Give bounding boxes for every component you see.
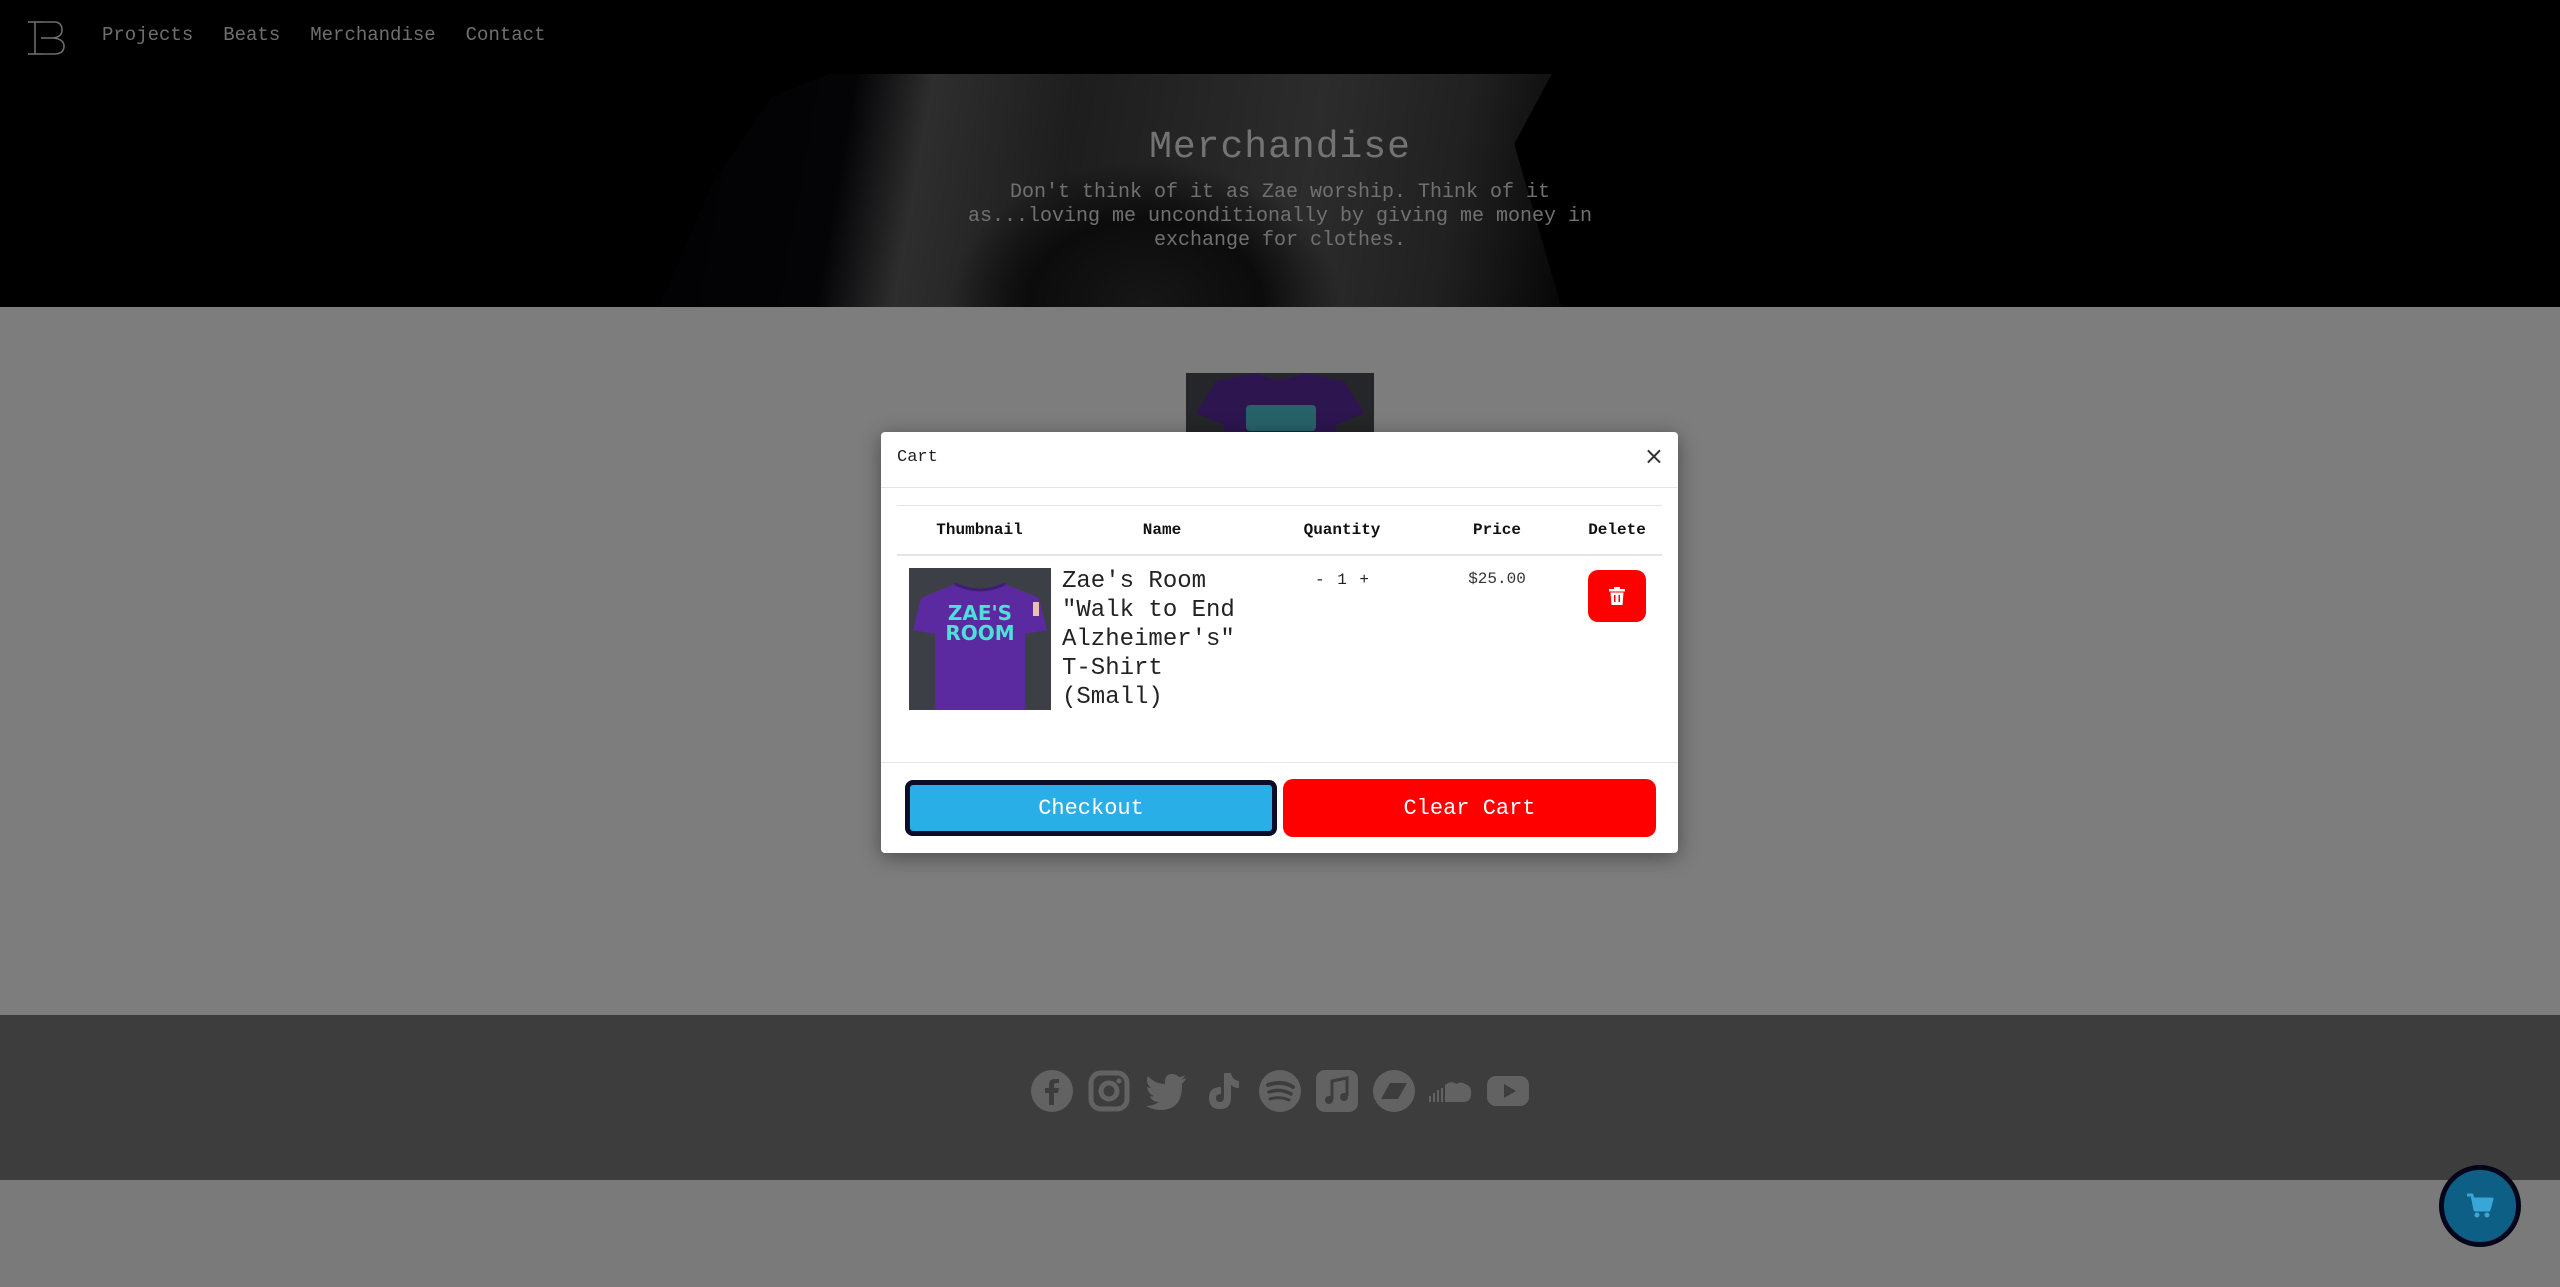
column-header: Price: [1422, 505, 1572, 556]
modal-footer: Checkout Clear Cart: [881, 762, 1678, 854]
table-row: ZAE'S ROOM Zae's Room "Walk to End Alzhe…: [897, 555, 1662, 724]
tshirt-image: ZAE'S ROOM: [909, 568, 1051, 710]
quantity-stepper: - 1 +: [1262, 555, 1422, 724]
quantity-value: 1: [1337, 571, 1347, 589]
column-header: Name: [1062, 505, 1262, 556]
table-header-row: Thumbnail Name Quantity Price Delete: [897, 505, 1662, 556]
column-header: Delete: [1572, 505, 1662, 556]
item-thumbnail: ZAE'S ROOM: [909, 568, 1051, 710]
cart-button[interactable]: [2439, 1165, 2521, 1247]
trash-icon: [1609, 587, 1625, 605]
column-header: Quantity: [1262, 505, 1422, 556]
clear-cart-button[interactable]: Clear Cart: [1283, 779, 1656, 837]
quantity-increment-button[interactable]: +: [1356, 571, 1372, 589]
cart-table: Thumbnail Name Quantity Price Delete ZAE…: [897, 505, 1662, 724]
svg-text:ROOM: ROOM: [945, 621, 1014, 645]
checkout-button[interactable]: Checkout: [905, 780, 1277, 836]
item-price: $25.00: [1468, 570, 1526, 588]
shopping-cart-icon: [2467, 1193, 2494, 1218]
modal-header: Cart ×: [881, 432, 1678, 488]
quantity-decrement-button[interactable]: -: [1312, 571, 1328, 589]
close-button[interactable]: ×: [1644, 444, 1664, 468]
cart-modal: Cart × Thumbnail Name Quantity Price Del…: [881, 432, 1678, 853]
delete-item-button[interactable]: [1588, 570, 1646, 622]
modal-title: Cart: [897, 448, 938, 467]
item-name: Zae's Room "Walk to End Alzheimer's" T-S…: [1062, 568, 1235, 711]
column-header: Thumbnail: [897, 505, 1062, 556]
